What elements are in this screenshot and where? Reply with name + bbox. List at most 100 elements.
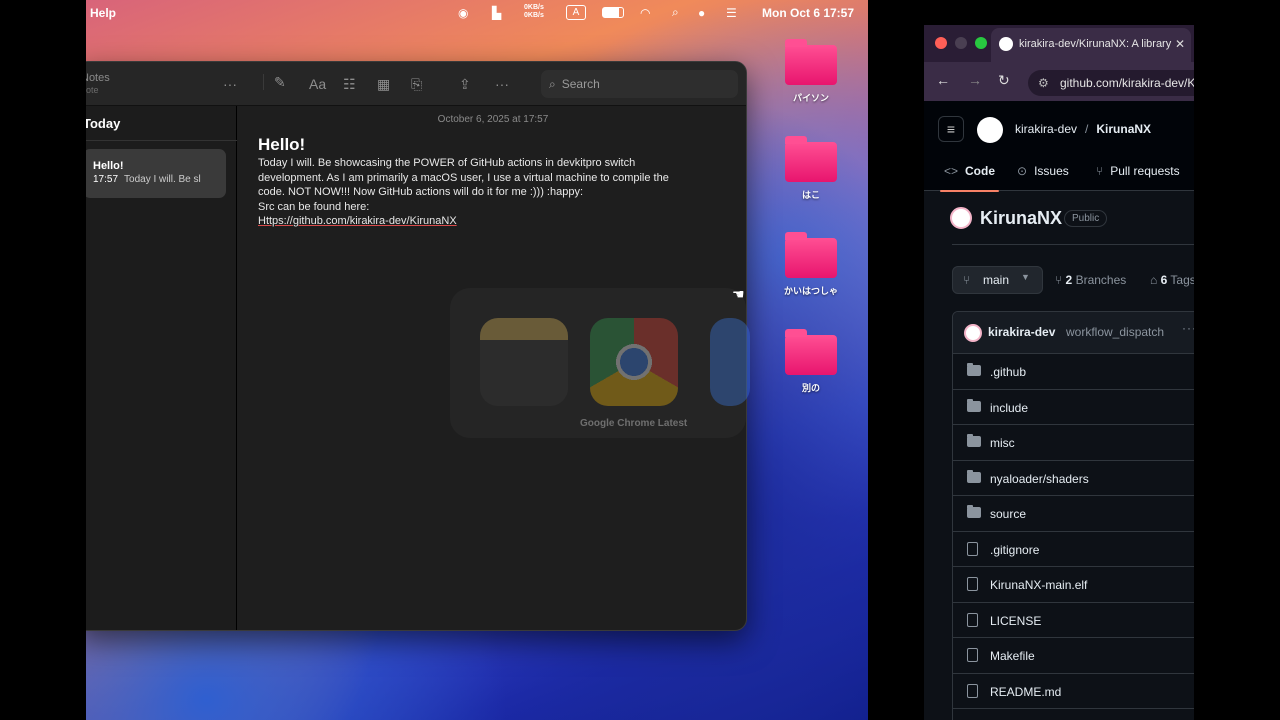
- tab-issues[interactable]: ⊙ Issues: [1017, 164, 1069, 178]
- tags-link[interactable]: ⌂ 6 Tags: [1150, 273, 1194, 287]
- maximize-window-button[interactable]: [975, 37, 987, 49]
- note-link[interactable]: Https://github.com/kirakira-dev/KirunaNX: [258, 214, 713, 229]
- site-info-icon[interactable]: ⚙: [1038, 76, 1049, 90]
- file-name[interactable]: source: [990, 507, 1026, 521]
- browser-tab[interactable]: kirakira-dev/KirunaNX: A library ✕: [991, 28, 1191, 62]
- address-bar[interactable]: ⚙ github.com/kirakira-dev/KirunaNX: [1028, 70, 1194, 96]
- compose-icon[interactable]: ✎: [263, 74, 286, 90]
- control-center-icon[interactable]: ☰: [726, 5, 737, 20]
- search-icon[interactable]: ⌕: [672, 5, 679, 20]
- repo-title[interactable]: KirunaNX: [980, 208, 1062, 229]
- code-icon: <>: [944, 164, 959, 178]
- note-item-preview: 17:57 Today I will. Be sl: [93, 174, 226, 185]
- folder-icon: [785, 39, 837, 85]
- switcher-label: Google Chrome Latest: [580, 418, 688, 429]
- file-name[interactable]: README.md: [990, 685, 1061, 699]
- finder-app-icon[interactable]: [710, 318, 750, 406]
- note-line: code. NOT NOW!!! Now GitHub actions will…: [258, 186, 584, 199]
- file-row[interactable]: source: [953, 496, 1194, 532]
- folder-icon: [785, 329, 837, 375]
- owner-link[interactable]: kirakira-dev: [1015, 122, 1077, 136]
- tag-icon: ⌂: [1150, 273, 1161, 287]
- format-icon[interactable]: Aa: [309, 76, 326, 92]
- desktop-folder-2[interactable]: はこ: [766, 136, 856, 201]
- file-icon: [967, 683, 978, 701]
- attachment-icon[interactable]: ⎘: [411, 76, 422, 92]
- record-icon[interactable]: ◉: [458, 5, 468, 20]
- share-icon[interactable]: ⇪: [459, 76, 471, 92]
- forward-icon[interactable]: →: [968, 72, 982, 88]
- battery-icon[interactable]: [602, 7, 624, 18]
- folder-label: はこ: [801, 190, 820, 200]
- github-favicon-icon: [999, 37, 1013, 51]
- file-name[interactable]: nyaloader/shaders: [990, 472, 1089, 486]
- menu-bar: Help ◉ ▙ 0KB/s 0KB/s A ◠ ⌕ ● ☰ Mon Oct 6…: [86, 0, 868, 25]
- github-logo-icon[interactable]: [977, 117, 1003, 143]
- reload-icon[interactable]: ↻: [998, 72, 1010, 89]
- menu-icon[interactable]: ≡: [938, 116, 964, 142]
- browser-tab-bar: kirakira-dev/KirunaNX: A library ✕: [924, 25, 1194, 62]
- input-mode-icon[interactable]: A: [566, 5, 586, 20]
- file-row[interactable]: .github: [953, 354, 1194, 390]
- file-row[interactable]: KirunaNX-main.elf: [953, 567, 1194, 603]
- notes-app-icon[interactable]: [480, 318, 568, 406]
- more-icon[interactable]: ···: [223, 76, 237, 92]
- owner-avatar[interactable]: [950, 207, 972, 229]
- close-tab-icon[interactable]: ✕: [1175, 37, 1185, 51]
- repo-link[interactable]: KirunaNX: [1096, 122, 1151, 136]
- tab-title: kirakira-dev/KirunaNX: A library: [1019, 38, 1172, 50]
- menu-help[interactable]: Help: [90, 6, 116, 20]
- clock[interactable]: Mon Oct 6 17:57: [762, 6, 854, 20]
- file-icon: [967, 541, 978, 559]
- file-row[interactable]: LICENSE: [953, 603, 1194, 638]
- note-body[interactable]: Today I will. Be showcasing the POWER of…: [258, 156, 713, 229]
- file-name[interactable]: .gitignore: [990, 543, 1039, 557]
- chrome-app-icon[interactable]: [590, 318, 678, 406]
- desktop-folder-1[interactable]: パイソン: [766, 39, 856, 104]
- back-icon[interactable]: ←: [936, 72, 950, 88]
- checklist-icon[interactable]: ☷: [343, 76, 356, 92]
- siri-icon[interactable]: ●: [698, 5, 705, 20]
- app-status-icon[interactable]: ▙: [492, 5, 501, 20]
- note-date: October 6, 2025 at 17:57: [437, 114, 549, 125]
- wifi-icon[interactable]: ◠: [640, 5, 650, 20]
- note-list-item[interactable]: Hello! 17:57 Today I will. Be sl: [86, 149, 226, 198]
- file-icon: [967, 648, 978, 665]
- branch-selector[interactable]: ⑂ main ▼: [952, 266, 1043, 294]
- file-row[interactable]: include: [953, 390, 1194, 425]
- divider: [952, 244, 1194, 245]
- divider: [86, 140, 237, 141]
- file-row[interactable]: .gitignore: [953, 532, 1194, 567]
- chevron-down-icon: ▼: [1021, 272, 1030, 282]
- commit-message[interactable]: workflow_dispatch: [1066, 325, 1164, 339]
- folder-icon: [967, 505, 981, 520]
- minimize-window-button[interactable]: [955, 37, 967, 49]
- file-name[interactable]: KirunaNX-main.elf: [990, 578, 1087, 592]
- commit-avatar[interactable]: [964, 324, 982, 342]
- file-row[interactable]: nyaloader/shaders: [953, 461, 1194, 496]
- tags-count: 6: [1160, 273, 1168, 287]
- desktop-folder-4[interactable]: 別の: [766, 329, 856, 394]
- file-name[interactable]: misc: [990, 436, 1015, 450]
- file-name[interactable]: .github: [990, 365, 1026, 379]
- more-options-icon[interactable]: ···: [495, 76, 509, 92]
- file-row[interactable]: misc: [953, 425, 1194, 461]
- tab-pull-requests[interactable]: ⑂ Pull requests: [1096, 164, 1180, 178]
- desktop-folder-3[interactable]: かいはつしゃ: [766, 232, 856, 297]
- commit-user[interactable]: kirakira-dev: [988, 325, 1055, 339]
- file-row[interactable]: Makefile: [953, 638, 1194, 674]
- file-name[interactable]: LICENSE: [990, 614, 1041, 628]
- table-icon[interactable]: ▦: [377, 76, 390, 92]
- commit-details-icon[interactable]: ···: [1182, 321, 1194, 335]
- file-list: kirakira-dev workflow_dispatch ··· .gith…: [952, 311, 1194, 720]
- file-row[interactable]: README.md: [953, 674, 1194, 709]
- folder-icon: [785, 232, 837, 278]
- search-field[interactable]: ⌕ Search: [541, 70, 738, 98]
- branch-icon: ⑂: [963, 273, 971, 287]
- note-line: Today I will. Be showcasing the POWER of…: [258, 157, 636, 169]
- branches-link[interactable]: ⑂ 2 Branches: [1055, 273, 1126, 287]
- close-window-button[interactable]: [935, 37, 947, 49]
- file-name[interactable]: Makefile: [990, 649, 1035, 663]
- file-name[interactable]: include: [990, 401, 1028, 415]
- tab-code[interactable]: <> Code: [939, 164, 1000, 192]
